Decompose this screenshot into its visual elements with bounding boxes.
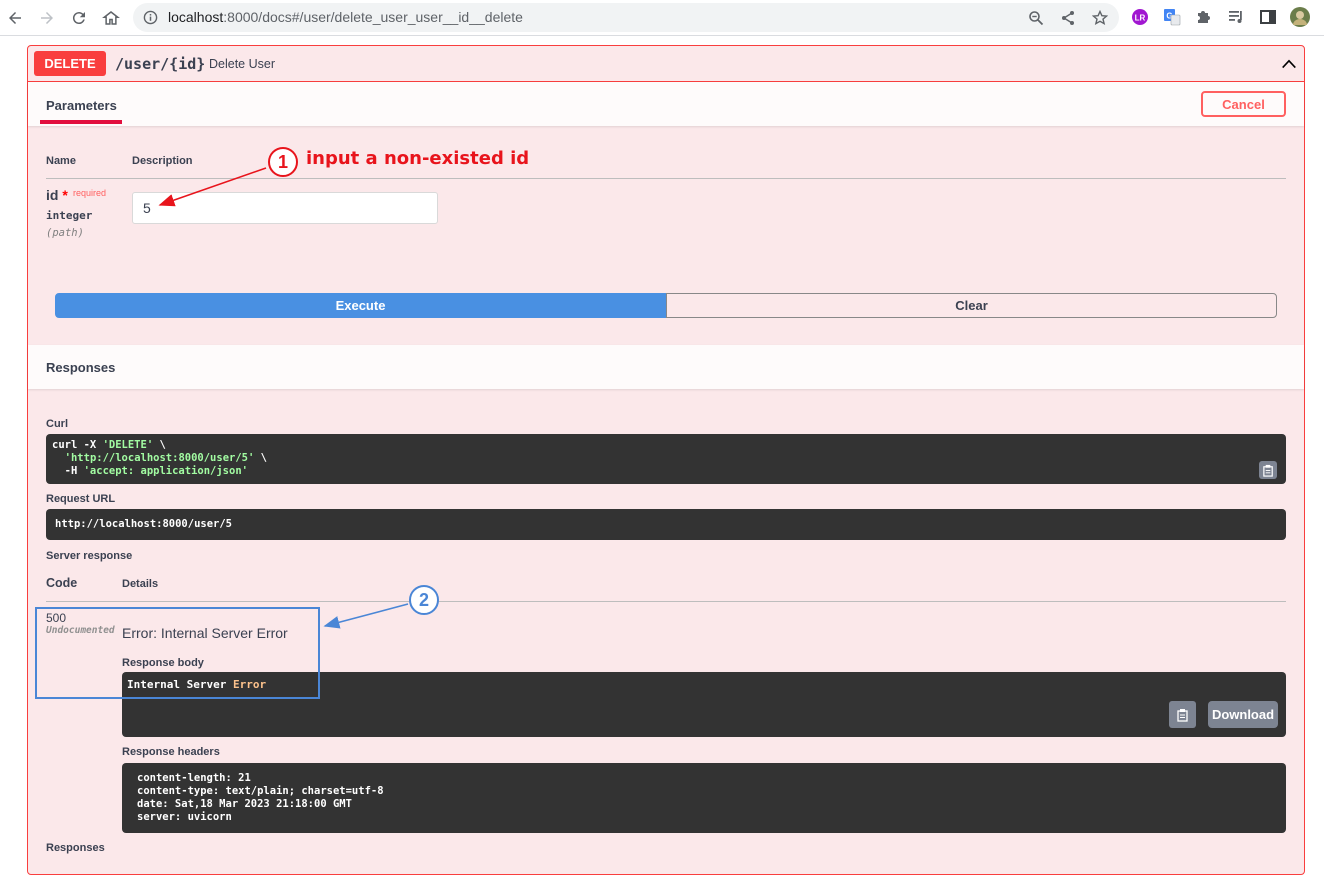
param-required-label: required (73, 188, 107, 198)
home-icon[interactable] (99, 6, 123, 30)
delete-operation-block: DELETE /user/{id} Delete User Parameters… (27, 45, 1305, 875)
response-body-block[interactable]: Internal Server Error Download (122, 672, 1286, 737)
annotation-label-1: input a non-existed id (306, 148, 530, 169)
address-bar[interactable]: localhost:8000/docs#/user/delete_user_us… (133, 3, 1119, 32)
clear-button[interactable]: Clear (666, 293, 1277, 318)
forward-arrow-icon[interactable] (35, 6, 59, 30)
header-line: date: Sat,18 Mar 2023 21:18:00 GMT (137, 798, 352, 810)
col-header-code: Code (46, 576, 78, 590)
browser-toolbar: localhost:8000/docs#/user/delete_user_us… (0, 0, 1324, 36)
response-body-label: Response body (122, 657, 204, 669)
server-response-label: Server response (46, 550, 133, 562)
responses-heading: Responses (46, 360, 116, 375)
response-headers-block: content-length: 21 content-type: text/pl… (122, 763, 1286, 833)
media-control-icon[interactable] (1227, 8, 1245, 26)
reload-icon[interactable] (67, 6, 91, 30)
param-name: id * (46, 187, 68, 203)
col-header-details: Details (122, 578, 159, 590)
star-icon[interactable] (1092, 10, 1108, 26)
col-header-description: Description (132, 155, 193, 167)
request-url-block: http://localhost:8000/user/5 (46, 509, 1286, 540)
copy-icon[interactable] (1169, 701, 1196, 728)
request-url-label: Request URL (46, 493, 116, 505)
header-line: content-type: text/plain; charset=utf-8 (137, 785, 384, 797)
id-input[interactable] (132, 192, 438, 224)
share-icon[interactable] (1060, 10, 1076, 26)
tab-active-indicator (40, 120, 122, 124)
param-location: (path) (46, 227, 84, 239)
col-header-name: Name (46, 155, 76, 167)
curl-line-2: 'http://localhost:8000/user/5' \ (64, 452, 267, 464)
download-button[interactable]: Download (1208, 701, 1278, 728)
info-icon[interactable] (143, 10, 158, 25)
divider (46, 601, 1286, 602)
chevron-up-icon[interactable] (1280, 55, 1298, 73)
divider (46, 178, 1286, 179)
responses-footer-heading: Responses (46, 842, 105, 854)
annotation-marker-2: 2 (409, 585, 439, 615)
required-star: * (62, 187, 68, 203)
tab-parameters[interactable]: Parameters (46, 98, 117, 113)
request-url-text: http://localhost:8000/user/5 (55, 518, 233, 530)
puzzle-extension-icon[interactable] (1195, 8, 1213, 26)
lr-extension-icon[interactable]: LR (1131, 8, 1149, 26)
param-type: integer (46, 209, 93, 222)
error-title: Error: Internal Server Error (122, 625, 288, 641)
translate-extension-icon[interactable]: G (1163, 8, 1181, 26)
execute-button-group: Execute Clear (55, 293, 1277, 318)
side-panel-icon[interactable] (1259, 8, 1277, 26)
header-line: content-length: 21 (137, 772, 251, 784)
curl-label: Curl (46, 418, 68, 430)
profile-avatar-icon[interactable] (1290, 7, 1310, 27)
status-code: 500 (46, 611, 67, 625)
response-body-text: Internal Server Error (127, 678, 267, 691)
status-undocumented: Undocumented (46, 625, 115, 636)
curl-line-1: curl -X 'DELETE' \ (52, 439, 166, 451)
operation-summary[interactable]: DELETE /user/{id} Delete User (28, 46, 1304, 82)
zoom-icon[interactable] (1028, 10, 1044, 26)
svg-text:LR: LR (1135, 14, 1146, 23)
operation-path: /user/{id} (115, 55, 206, 73)
curl-line-3: -H 'accept: application/json' (52, 465, 248, 477)
back-arrow-icon[interactable] (3, 6, 27, 30)
url-text[interactable]: localhost:8000/docs#/user/delete_user_us… (168, 9, 523, 25)
cancel-button[interactable]: Cancel (1201, 91, 1286, 117)
response-headers-label: Response headers (122, 746, 220, 758)
responses-header: Responses (28, 345, 1304, 389)
annotation-marker-1: 1 (268, 147, 298, 177)
parameters-header: Parameters Cancel (28, 82, 1304, 126)
header-line: server: uvicorn (137, 811, 232, 823)
method-badge: DELETE (34, 51, 106, 76)
copy-icon[interactable] (1259, 461, 1277, 479)
curl-code-block[interactable]: curl -X 'DELETE' \ 'http://localhost:800… (46, 434, 1286, 484)
execute-button[interactable]: Execute (55, 293, 666, 318)
operation-summary-text: Delete User (209, 57, 275, 71)
